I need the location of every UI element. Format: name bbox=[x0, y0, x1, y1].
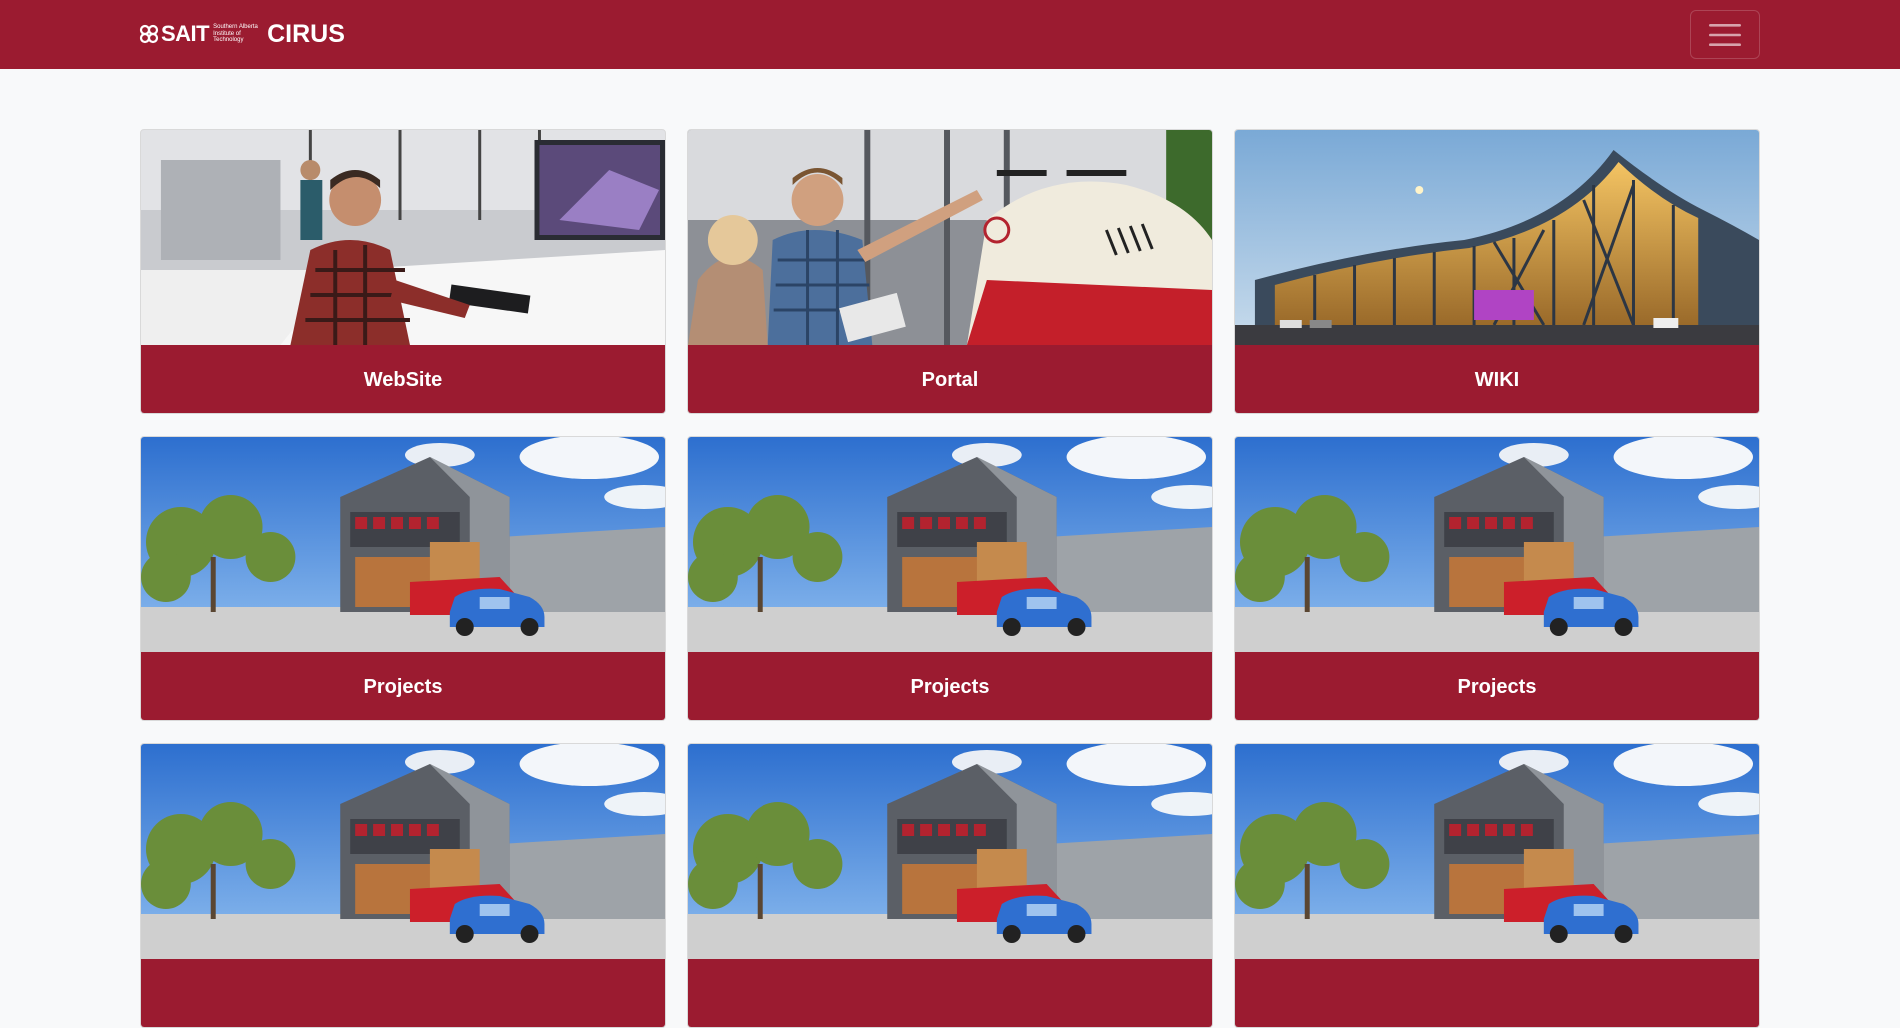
sait-logo-icon bbox=[139, 24, 159, 44]
card-projects[interactable] bbox=[687, 743, 1213, 1028]
card-grid: WebSite Portal WIKI Projects Projects Pr… bbox=[140, 129, 1760, 1028]
logo-subtitle: Southern Alberta Institute of Technology bbox=[213, 24, 258, 44]
card-label: Projects bbox=[1235, 652, 1759, 720]
card-label bbox=[1235, 959, 1759, 1027]
logo-text: SAIT bbox=[161, 21, 210, 46]
card-label: WebSite bbox=[141, 345, 665, 413]
card-projects[interactable]: Projects bbox=[1234, 436, 1760, 721]
brand-logo-link[interactable]: SAIT Southern Alberta Institute of Techn… bbox=[139, 18, 345, 50]
card-projects[interactable]: Projects bbox=[140, 436, 666, 721]
card-label: Projects bbox=[141, 652, 665, 720]
card-projects[interactable]: Projects bbox=[687, 436, 1213, 721]
card-label bbox=[141, 959, 665, 1027]
card-image bbox=[688, 437, 1212, 652]
card-image bbox=[141, 437, 665, 652]
top-navbar: SAIT Southern Alberta Institute of Techn… bbox=[0, 0, 1900, 69]
card-website[interactable]: WebSite bbox=[140, 129, 666, 414]
card-portal[interactable]: Portal bbox=[687, 129, 1213, 414]
card-image bbox=[141, 744, 665, 959]
card-label: Projects bbox=[688, 652, 1212, 720]
card-image bbox=[1235, 744, 1759, 959]
card-image bbox=[1235, 437, 1759, 652]
card-wiki[interactable]: WIKI bbox=[1234, 129, 1760, 414]
navbar-toggler-button[interactable] bbox=[1690, 10, 1760, 59]
hamburger-menu-icon bbox=[1709, 23, 1741, 46]
card-image bbox=[1235, 130, 1759, 345]
card-image bbox=[141, 130, 665, 345]
card-label bbox=[688, 959, 1212, 1027]
card-image bbox=[688, 744, 1212, 959]
card-label: WIKI bbox=[1235, 345, 1759, 413]
card-label: Portal bbox=[688, 345, 1212, 413]
card-projects[interactable] bbox=[1234, 743, 1760, 1028]
card-image bbox=[688, 130, 1212, 345]
card-projects[interactable] bbox=[140, 743, 666, 1028]
brand-name: CIRUS bbox=[267, 19, 345, 48]
